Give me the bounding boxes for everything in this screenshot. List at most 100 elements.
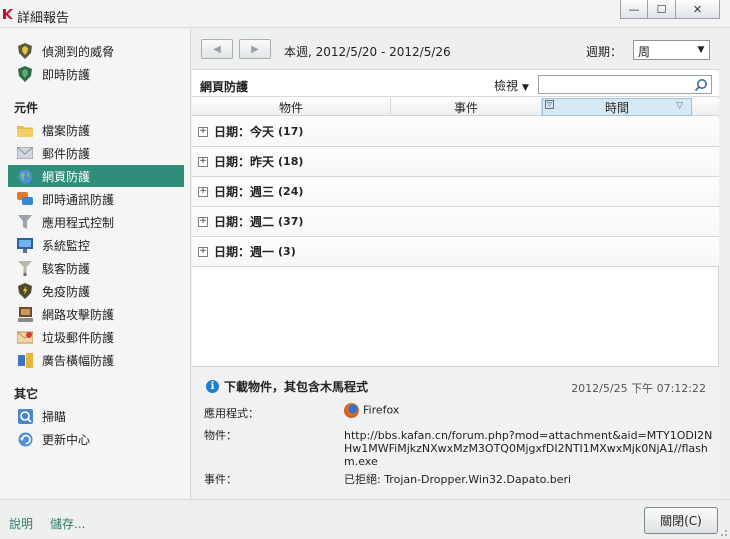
sidebar-item-network-attack-blocker[interactable]: 網路攻擊防護 [8,303,184,325]
toolbar: ◀ ▶ 本週, 2012/5/20 - 2012/5/26 週期： 周 ▼ [192,29,719,70]
sidebar-item-label: 郵件防護 [42,146,91,161]
group-count: (37) [278,215,304,228]
sidebar-item-system-watcher[interactable]: 系統監控 [8,234,184,256]
group-count: (17) [278,125,304,138]
sidebar-item-label: 免疫防護 [42,284,91,299]
search-icon[interactable] [694,78,708,92]
sidebar-item-application-control[interactable]: 應用程式控制 [8,211,184,233]
search-field[interactable] [538,75,712,94]
components-heading: 元件 [14,101,39,115]
previous-period-button[interactable]: ◀ [201,39,233,59]
application-value: Firefox [344,403,714,418]
sidebar-item-label: 網頁防護 [42,169,91,184]
section-title: 網頁防護 [200,80,249,94]
sidebar: 偵測到的威脅 即時防護 元件 檔案防護 郵件防護 網頁防護 即時通訊防護 應用程… [0,29,191,499]
sidebar-item-label: 垃圾郵件防護 [42,330,115,345]
group-count: (24) [278,185,304,198]
column-time[interactable]: ▽ 時間 ▽ [542,98,692,116]
details-title-text: 下載物件，其包含木馬程式 [224,380,369,394]
application-name: Firefox [363,403,400,417]
event-label: 事件： [204,473,237,486]
sidebar-item-immune-protection[interactable]: 免疫防護 [8,280,184,302]
date-range: 本週, 2012/5/20 - 2012/5/26 [284,45,451,59]
details-datetime: 2012/5/25 下午 07:12:22 [571,382,706,395]
spam-icon [16,328,34,346]
sidebar-item-label: 即時防護 [42,67,91,82]
chat-icon [16,190,34,208]
sidebar-item-label: 駭客防護 [42,261,91,276]
scan-icon [16,407,34,425]
filter-icon[interactable]: ▽ [545,100,554,109]
sidebar-item-hacker-protection[interactable]: 駭客防護 [8,257,184,279]
column-header: 物件 事件 ▽ 時間 ▽ [192,98,719,116]
globe-icon [16,167,34,185]
column-label: 事件 [453,100,478,115]
shield-threat-icon [16,42,34,60]
sidebar-item-label: 系統監控 [42,238,91,253]
expand-icon[interactable]: + [198,126,208,137]
sidebar-item-mail-protection[interactable]: 郵件防護 [8,142,184,164]
column-event[interactable]: 事件 [391,98,542,116]
section-header: 網頁防護 檢視 ▼ [192,71,719,97]
sidebar-item-label: 網路攻擊防護 [42,307,115,322]
expand-icon[interactable]: + [198,156,208,167]
group-row[interactable]: + 日期：昨天 (18) [192,147,719,177]
folder-icon [16,121,34,139]
group-label: 日期：週一 [214,245,275,259]
application-label: 應用程式： [204,407,259,420]
column-object[interactable]: 物件 [192,98,391,116]
sidebar-item-label: 更新中心 [42,432,91,447]
expand-icon[interactable]: + [198,246,208,257]
sidebar-item-anti-banner[interactable]: 廣告橫幅防護 [8,349,184,371]
group-label: 日期：昨天 [214,155,275,169]
help-link[interactable]: 說明 [9,515,33,532]
network-attack-icon [16,305,34,323]
sidebar-item-label: 應用程式控制 [42,215,115,230]
period-select[interactable]: 周 ▼ [633,40,710,60]
kaspersky-logo-icon [3,9,13,19]
sidebar-item-update-center[interactable]: 更新中心 [8,428,184,450]
group-count: (18) [278,155,304,168]
save-link[interactable]: 儲存... [50,515,85,532]
group-label: 日期：今天 [214,125,275,139]
view-menu[interactable]: 檢視 ▼ [494,77,529,94]
sidebar-item-label: 廣告橫幅防護 [42,353,115,368]
maximize-button[interactable]: ☐ [648,0,676,19]
minimize-button[interactable]: — [620,0,648,19]
details-title: i 下載物件，其包含木馬程式 [206,378,368,395]
event-value: 已拒絕: Trojan-Dropper.Win32.Dapato.beri [344,473,572,486]
group-label: 日期：週三 [214,185,275,199]
expand-icon[interactable]: + [198,216,208,227]
resize-grip-icon[interactable] [718,527,728,537]
sidebar-item-label: 檔案防護 [42,123,91,138]
group-row[interactable]: + 日期：週三 (24) [192,177,719,207]
sidebar-item-im-protection[interactable]: 即時通訊防護 [8,188,184,210]
period-select-value: 周 [638,45,651,59]
details-pane: i 下載物件，其包含木馬程式 2012/5/25 下午 07:12:22 應用程… [192,366,719,499]
sidebar-item-anti-spam[interactable]: 垃圾郵件防護 [8,326,184,348]
expand-icon[interactable]: + [198,186,208,197]
sort-descending-icon: ▽ [676,101,683,111]
title-bar: 詳細報告 — ☐ ✕ [0,0,730,28]
main-panel: ◀ ▶ 本週, 2012/5/20 - 2012/5/26 週期： 周 ▼ 網頁… [192,29,719,499]
group-row[interactable]: + 日期：週二 (37) [192,207,719,237]
next-period-button[interactable]: ▶ [239,39,271,59]
mail-icon [16,144,34,162]
sidebar-item-realtime-protection[interactable]: 即時防護 [8,63,184,85]
group-label: 日期：週二 [214,215,275,229]
window-title: 詳細報告 [17,11,70,26]
chevron-down-icon: ▼ [522,83,529,93]
sidebar-item-detected-threats[interactable]: 偵測到的威脅 [8,40,184,62]
sidebar-item-web-protection[interactable]: 網頁防護 [8,165,184,187]
search-input[interactable] [539,76,689,93]
group-count: (3) [278,245,296,258]
group-row[interactable]: + 日期：週一 (3) [192,237,719,267]
close-window-button[interactable]: ✕ [676,0,720,19]
sidebar-item-file-protection[interactable]: 檔案防護 [8,119,184,141]
chevron-down-icon: ▼ [697,45,705,55]
sidebar-item-scan[interactable]: 掃瞄 [8,405,184,427]
period-label: 週期： [586,45,623,59]
view-menu-label: 檢視 [494,79,519,93]
group-row[interactable]: + 日期：今天 (17) [192,117,719,147]
close-button[interactable]: 關閉(C) [644,507,718,534]
